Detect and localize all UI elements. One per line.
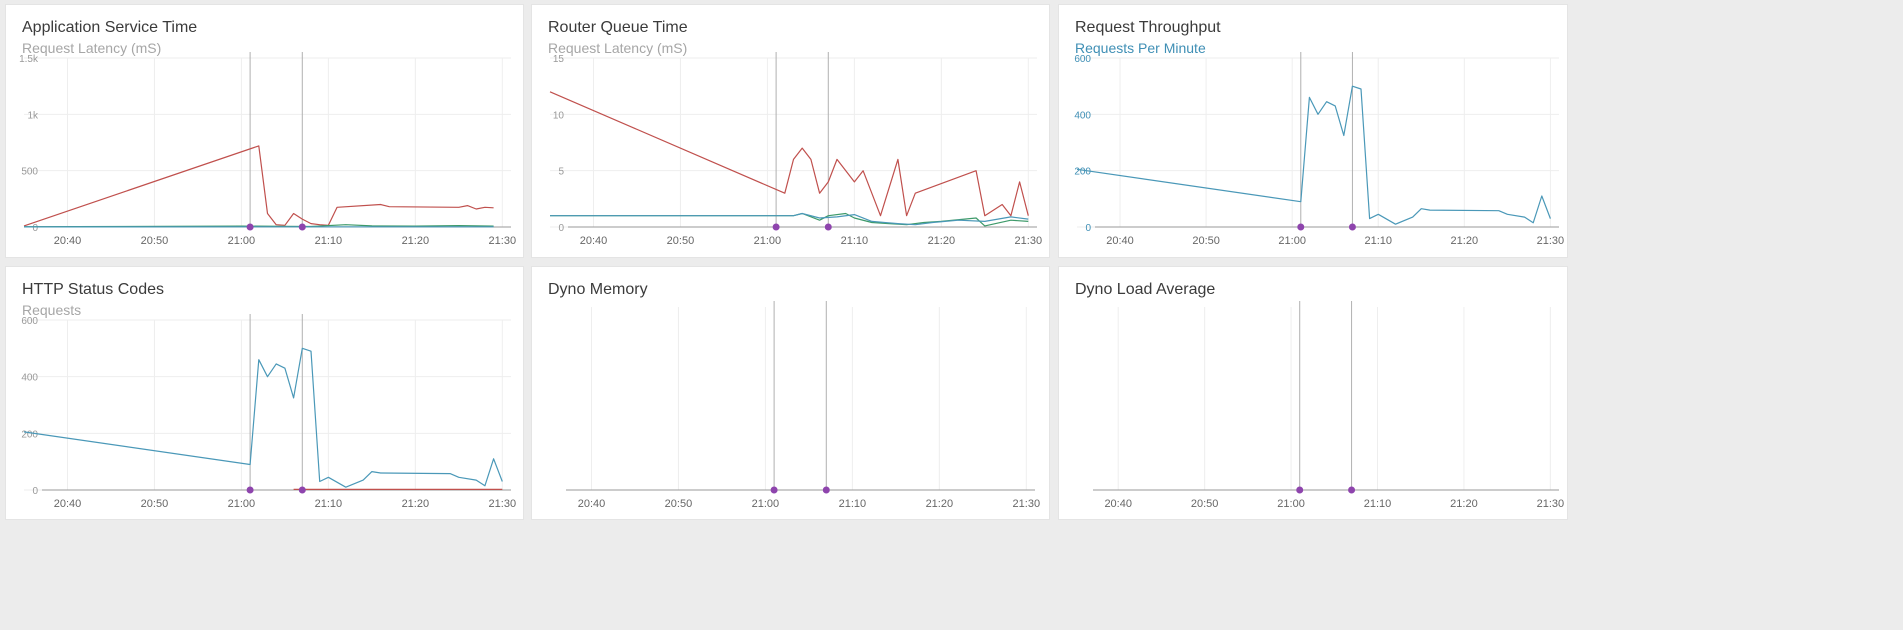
panel-router-queue-time: Router Queue Time Request Latency (mS) 2… [531,4,1050,258]
x-tick-label: 21:20 [402,235,430,247]
x-tick-label: 21:30 [1013,498,1041,510]
x-tick-label: 20:50 [141,235,169,247]
grid [24,319,511,491]
x-tick-label: 21:00 [228,498,256,510]
x-tick-label: 20:40 [54,498,82,510]
y-tick-label: 0 [32,486,38,497]
x-tick-label: 21:00 [754,235,782,247]
x-tick-label: 21:30 [489,235,517,247]
series-line-blue [550,212,1029,226]
event-marker [1348,486,1356,494]
x-tick-label: 20:50 [667,235,695,247]
y-tick-label: 400 [21,373,38,384]
y-tick-label: 600 [21,316,38,327]
chart-router-queue-time[interactable]: 20:40 20:50 21:00 21:10 21:20 21:30 0 5 10 15 [532,5,1050,258]
x-tick-label: 20:40 [1104,498,1132,510]
grid [1117,307,1551,490]
y-tick-label: 200 [1074,167,1091,178]
x-tick-label: 21:10 [1364,235,1392,247]
x-tick-label: 21:20 [928,235,956,247]
x-tick-label: 20:40 [54,235,82,247]
panel-request-throughput: Request Throughput Requests Per Minute 2… [1058,4,1568,258]
event-marker [246,223,254,231]
event-marker [1348,223,1356,231]
event-marker [824,223,832,231]
x-tick-label: 20:50 [1191,498,1219,510]
event-marker [772,223,780,231]
y-tick-label: 200 [21,429,38,440]
y-tick-label: 0 [32,223,38,234]
panel-dyno-load-average: Dyno Load Average 20:40 20:50 21:00 21:10 21… [1058,266,1568,520]
y-tick-label: 10 [553,110,565,121]
x-tick-label: 21:00 [1278,235,1306,247]
chart-http-status-codes[interactable]: 20:40 20:50 21:00 21:10 21:20 21:30 0 200 400 600 [6,267,524,520]
series-line-blue [1076,85,1551,225]
x-tick-label: 20:50 [141,498,169,510]
event-marker [1296,486,1304,494]
x-tick-label: 21:10 [1364,498,1392,510]
x-tick-label: 21:00 [228,235,256,247]
series-line-red [549,91,1029,217]
panel-http-status-codes: HTTP Status Codes Requests 20:40 20:50 21:… [5,266,524,520]
chart-dyno-memory[interactable]: 20:40 20:50 21:00 21:10 21:20 21:30 [532,267,1050,520]
y-tick-label: 400 [1074,110,1091,121]
grid [1077,57,1559,228]
event-marker [298,223,306,231]
event-marker [822,486,830,494]
grid [550,57,1037,228]
x-tick-label: 21:20 [926,498,954,510]
x-tick-label: 21:20 [402,498,430,510]
y-tick-label: 0 [1085,223,1091,234]
x-tick-label: 21:00 [1277,498,1305,510]
chart-request-throughput[interactable]: 20:40 20:50 21:00 21:10 21:20 21:30 0 200 400 600 [1059,5,1568,258]
x-tick-label: 21:30 [1015,235,1043,247]
event-marker [1297,223,1305,231]
x-tick-label: 21:20 [1450,498,1478,510]
y-tick-label: 1.5k [19,54,39,65]
chart-dyno-load-average[interactable]: 20:40 20:50 21:00 21:10 21:20 21:30 [1059,267,1568,520]
x-tick-label: 21:10 [315,498,343,510]
event-marker [298,486,306,494]
grid [24,57,511,228]
event-marker [246,486,254,494]
x-tick-label: 21:00 [752,498,780,510]
x-tick-label: 21:30 [1537,498,1565,510]
x-tick-label: 20:40 [1106,235,1134,247]
y-tick-label: 5 [558,167,564,178]
x-tick-label: 21:30 [489,498,517,510]
y-tick-label: 600 [1074,54,1091,65]
x-tick-label: 20:40 [580,235,608,247]
series-line-red [23,145,494,227]
event-marker [770,486,778,494]
x-tick-label: 21:30 [1537,235,1565,247]
y-tick-label: 0 [558,223,564,234]
panel-app-service-time: Application Service Time Request Latency… [5,4,524,258]
y-tick-label: 1k [27,110,39,121]
series-line-blue [23,347,503,488]
x-tick-label: 21:20 [1451,235,1479,247]
panel-dyno-memory: Dyno Memory 20:40 20:50 21:00 21:10 21:20 21:… [531,266,1050,520]
x-tick-label: 20:40 [578,498,606,510]
x-tick-label: 21:10 [315,235,343,247]
chart-app-service-time[interactable]: 20:40 20:50 21:00 21:10 21:20 21:30 0 500 1k 1.5k [6,5,524,258]
x-tick-label: 20:50 [1192,235,1220,247]
x-tick-label: 20:50 [665,498,693,510]
x-tick-label: 21:10 [839,498,867,510]
grid [590,307,1027,490]
x-tick-label: 21:10 [841,235,869,247]
y-tick-label: 500 [21,167,38,178]
y-tick-label: 15 [553,54,565,65]
